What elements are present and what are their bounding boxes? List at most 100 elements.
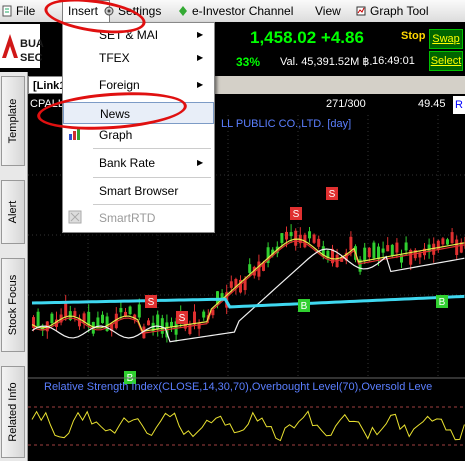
- sidebar-tab-stock-focus[interactable]: Stock Focus: [1, 258, 25, 352]
- candle: [294, 230, 298, 246]
- signal-marker-label: S: [179, 313, 186, 324]
- signal-marker-label: S: [293, 209, 300, 220]
- e-investor-icon: [179, 6, 187, 16]
- candle: [193, 311, 196, 325]
- menu-insert-label: Insert: [68, 4, 99, 18]
- insert-menu-item-label: Bank Rate: [99, 156, 156, 170]
- sidebar-tab-template-label: Template: [7, 98, 19, 144]
- candle: [96, 317, 100, 327]
- chart-title: LL PUBLIC CO.,LTD. [day]: [221, 118, 352, 130]
- signal-marker-label: B: [439, 297, 446, 308]
- candle: [367, 247, 371, 258]
- percent-change: 33%: [236, 55, 261, 69]
- candle: [455, 239, 459, 255]
- last-price: 49.45: [418, 98, 446, 110]
- insert-menu-item-label: News: [100, 107, 131, 121]
- graph-tool-icon: [356, 6, 366, 16]
- symbol-label: CPALL: [30, 98, 65, 110]
- candle: [160, 318, 164, 334]
- candle: [372, 242, 376, 259]
- sidebar-tab-alert-label: Alert: [7, 200, 19, 224]
- menu-graph-tool[interactable]: Graph Tool: [356, 0, 428, 22]
- sidebar-tab-alert[interactable]: Alert: [1, 180, 25, 244]
- signal-marker-label: S: [148, 297, 155, 308]
- file-icon: [2, 5, 12, 17]
- candle: [377, 246, 380, 260]
- candle: [381, 248, 385, 253]
- menu-file[interactable]: File: [2, 0, 35, 22]
- sidebar-tab-related-info-label: Related Info: [7, 382, 19, 442]
- menu-e-investor[interactable]: e-Investor Channel: [178, 0, 293, 22]
- candle: [363, 247, 367, 262]
- candle: [390, 244, 394, 256]
- insert-menu-item-graph[interactable]: Graph: [63, 124, 214, 146]
- candle: [436, 240, 440, 251]
- insert-menu-item-smart-browser[interactable]: Smart Browser: [63, 180, 214, 202]
- broker-logo: BUA SEC: [0, 24, 44, 68]
- candle: [137, 304, 141, 318]
- candle: [432, 243, 436, 255]
- insert-menu-item-label: TFEX: [99, 51, 130, 65]
- menu-settings[interactable]: Settings: [104, 0, 161, 22]
- swap-button[interactable]: Swap: [429, 29, 463, 49]
- graph-icon: [69, 129, 80, 140]
- insert-menu-item-label: Graph: [99, 128, 133, 142]
- sidebar-tab-template[interactable]: Template: [1, 76, 25, 166]
- submenu-arrow-icon: ▶: [197, 53, 204, 62]
- insert-menu-item-label: Smart Browser: [99, 184, 179, 198]
- signal-marker-label: S: [329, 189, 336, 200]
- candle: [156, 314, 160, 330]
- candle: [119, 308, 123, 313]
- sidebar-tab-related-info[interactable]: Related Info: [1, 366, 25, 458]
- submenu-arrow-icon: ▶: [197, 158, 204, 167]
- submenu-arrow-icon: ▶: [197, 30, 204, 39]
- insert-menu-item-foreign[interactable]: Foreign ▶: [63, 74, 214, 96]
- submenu-arrow-icon: ▶: [197, 80, 204, 89]
- candle: [317, 238, 321, 247]
- candle: [36, 311, 40, 327]
- menu-separator: [93, 204, 211, 205]
- insert-menu-item-label: SmartRTD: [99, 211, 156, 225]
- insert-menu: SET & MAI ▶ TFEX ▶ Foreign ▶ News Graph Ban…: [62, 22, 215, 233]
- sidebar-tab-stock-focus-label: Stock Focus: [7, 274, 19, 336]
- bar-count: 271/300: [326, 98, 366, 110]
- candle: [395, 242, 399, 253]
- menu-e-investor-label: e-Investor Channel: [192, 4, 294, 18]
- candle: [446, 239, 449, 245]
- insert-menu-item-news[interactable]: News: [63, 102, 214, 124]
- insert-menu-item-tfex[interactable]: TFEX ▶: [63, 47, 214, 69]
- candle: [404, 242, 408, 251]
- menu-file-label: File: [16, 4, 36, 18]
- candle: [188, 323, 192, 334]
- menu-settings-label: Settings: [118, 4, 162, 18]
- candle: [386, 245, 390, 252]
- r-button[interactable]: R: [453, 96, 465, 114]
- candle: [312, 234, 316, 243]
- candle: [147, 320, 150, 326]
- settings-icon: [104, 6, 114, 16]
- trade-value: Val. 45,391.52M ฿.: [280, 56, 373, 68]
- candle: [229, 281, 233, 288]
- candle: [101, 314, 104, 324]
- menu-graph-tool-label: Graph Tool: [370, 4, 429, 18]
- insert-menu-item-label: Foreign: [99, 78, 140, 92]
- candle: [285, 231, 288, 240]
- menu-separator: [93, 177, 211, 178]
- logo-text-line1: BUA: [20, 38, 44, 50]
- candle: [202, 311, 206, 318]
- candle: [170, 321, 173, 327]
- menu-insert[interactable]: Insert: [62, 0, 110, 22]
- insert-menu-item-bank-rate[interactable]: Bank Rate ▶: [63, 152, 214, 174]
- insert-menu-item-set-mai[interactable]: SET & MAI ▶: [63, 24, 214, 46]
- candle: [349, 236, 353, 251]
- candle: [248, 264, 252, 273]
- stop-label[interactable]: Stop: [401, 30, 425, 42]
- candle: [308, 231, 311, 239]
- menu-view[interactable]: View: [315, 0, 341, 22]
- candle: [64, 301, 68, 318]
- select-button[interactable]: Select: [429, 51, 463, 71]
- smartrtd-icon: [68, 210, 82, 224]
- rsi-title: Relative Strength Index(CLOSE,14,30,70),…: [44, 381, 433, 393]
- candle: [441, 238, 445, 245]
- candle: [418, 253, 422, 258]
